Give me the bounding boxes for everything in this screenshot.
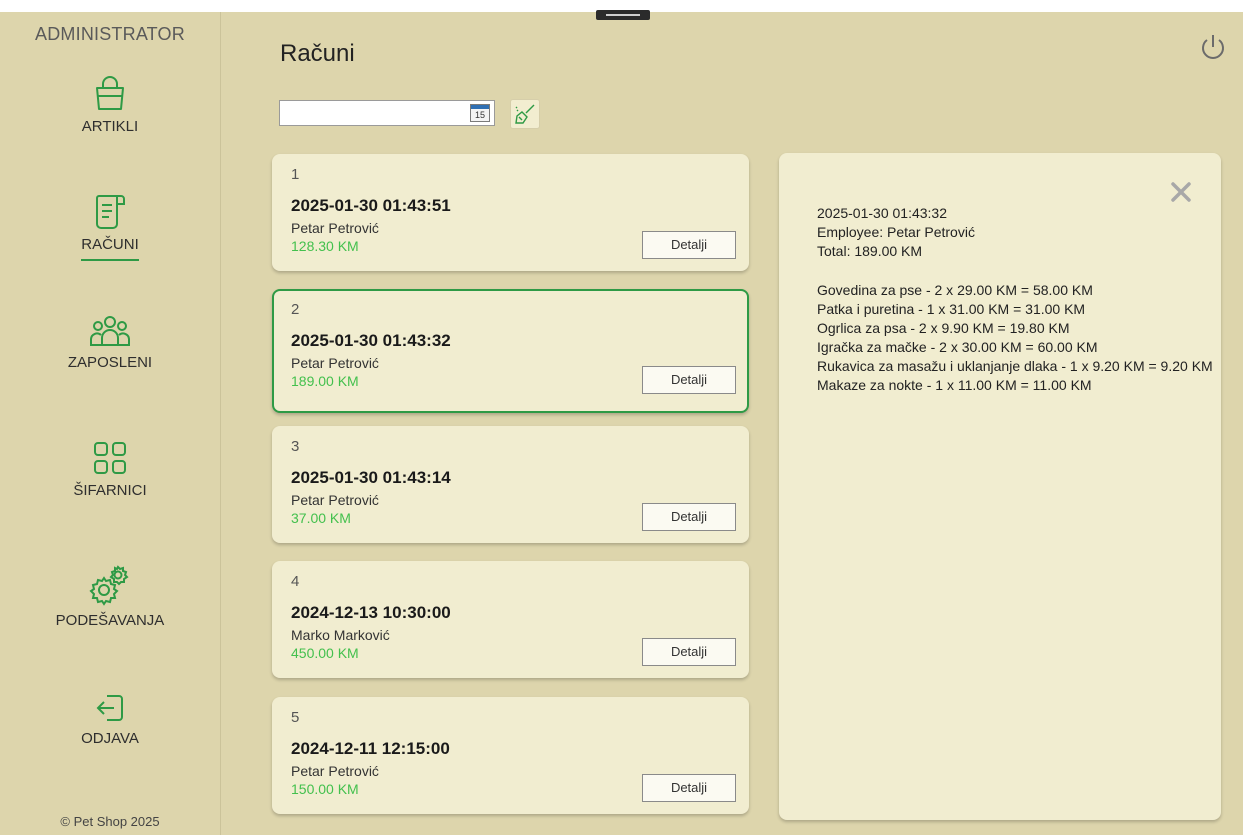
clear-filter-button[interactable] [510,99,540,129]
sidebar-item-podesavanja[interactable]: PODEŠAVANJA [0,564,220,630]
receipt-total: 150.00 KM [291,781,359,797]
detail-line-item: Rukavica za masažu i uklanjanje dlaka - … [817,358,1213,374]
receipt-card[interactable]: 4 2024-12-13 10:30:00 Marko Marković 450… [272,561,749,678]
sidebar-item-odjava[interactable]: ODJAVA [0,692,220,748]
detail-line-item: Makaze za nokte - 1 x 11.00 KM = 11.00 K… [817,377,1092,393]
sidebar-item-zaposleni[interactable]: ZAPOSLENI [0,314,220,372]
team-icon [0,314,220,348]
receipt-detail-text: 2025-01-30 01:43:32 Employee: Petar Petr… [817,204,1217,395]
calendar-button[interactable]: 15 [470,104,490,122]
receipt-number: 4 [291,573,300,590]
receipt-card-selected[interactable]: 2 2025-01-30 01:43:32 Petar Petrović 189… [272,289,749,413]
receipt-total: 450.00 KM [291,645,359,661]
receipt-card[interactable]: 5 2024-12-11 12:15:00 Petar Petrović 150… [272,697,749,814]
receipt-employee: Marko Marković [291,627,390,643]
detail-line-item: Ogrlica za psa - 2 x 9.90 KM = 19.80 KM [817,320,1070,336]
details-button[interactable]: Detalji [642,774,736,802]
logout-icon [0,692,220,724]
detail-line-item: Patka i puretina - 1 x 31.00 KM = 31.00 … [817,301,1086,317]
receipt-datetime: 2024-12-11 12:15:00 [291,739,450,758]
detail-employee: Employee: Petar Petrović [817,224,975,240]
receipt-number: 1 [291,166,300,183]
details-button[interactable]: Detalji [642,638,736,666]
details-button[interactable]: Detalji [642,503,736,531]
receipt-card[interactable]: 3 2025-01-30 01:43:14 Petar Petrović 37.… [272,426,749,543]
copyright-text: © Pet Shop 2025 [60,814,160,829]
power-icon [1198,35,1228,66]
app-window: ADMINISTRATOR ARTIKLI RAČUNI ZAPOSLENI Š… [0,12,1243,835]
detail-line-item: Igračka za mačke - 2 x 30.00 KM = 60.00 … [817,339,1098,355]
sidebar-item-label: PODEŠAVANJA [55,612,165,629]
receipt-employee: Petar Petrović [291,355,379,371]
receipt-datetime: 2025-01-30 01:43:14 [291,468,451,487]
detail-total: Total: 189.00 KM [817,243,923,259]
sidebar-item-label: ŠIFARNICI [73,482,147,499]
receipt-employee: Petar Petrović [291,492,379,508]
date-filter-input[interactable] [283,103,467,125]
page-title: Računi [280,40,355,67]
window-drag-handle[interactable] [596,10,650,20]
shopping-bag-icon [0,76,220,112]
detail-datetime: 2025-01-30 01:43:32 [817,205,947,221]
receipt-number: 3 [291,438,300,455]
receipt-employee: Petar Petrović [291,763,379,779]
sidebar-item-label: RAČUNI [81,236,139,261]
sidebar-item-racuni[interactable]: RAČUNI [0,192,220,261]
detail-line-item: Govedina za pse - 2 x 29.00 KM = 58.00 K… [817,282,1093,298]
receipt-number: 2 [291,301,300,318]
receipt-total: 37.00 KM [291,510,351,526]
gears-icon [0,564,220,606]
details-button[interactable]: Detalji [642,366,736,394]
sidebar-item-label: ODJAVA [81,730,139,747]
sidebar-item-label: ARTIKLI [81,118,139,135]
receipt-datetime: 2025-01-30 01:43:32 [291,331,451,350]
details-button[interactable]: Detalji [642,231,736,259]
sidebar-item-label: ZAPOSLENI [67,354,153,371]
receipt-total: 189.00 KM [291,373,359,389]
sidebar-item-sifarnici[interactable]: ŠIFARNICI [0,440,220,500]
receipt-datetime: 2025-01-30 01:43:51 [291,196,451,215]
receipt-employee: Petar Petrović [291,220,379,236]
sidebar: ADMINISTRATOR ARTIKLI RAČUNI ZAPOSLENI Š… [0,12,221,835]
receipt-icon [0,192,220,230]
receipt-number: 5 [291,709,300,726]
grid-icon [0,440,220,476]
user-role-label: ADMINISTRATOR [35,24,185,44]
date-filter-field[interactable]: 15 [279,100,495,126]
receipt-total: 128.30 KM [291,238,359,254]
receipt-card[interactable]: 1 2025-01-30 01:43:51 Petar Petrović 128… [272,154,749,271]
power-button[interactable] [1198,32,1228,67]
calendar-day-label: 15 [474,110,485,120]
receipt-datetime: 2024-12-13 10:30:00 [291,603,451,622]
receipt-detail-panel: 2025-01-30 01:43:32 Employee: Petar Petr… [779,153,1221,820]
sidebar-item-artikli[interactable]: ARTIKLI [0,76,220,136]
